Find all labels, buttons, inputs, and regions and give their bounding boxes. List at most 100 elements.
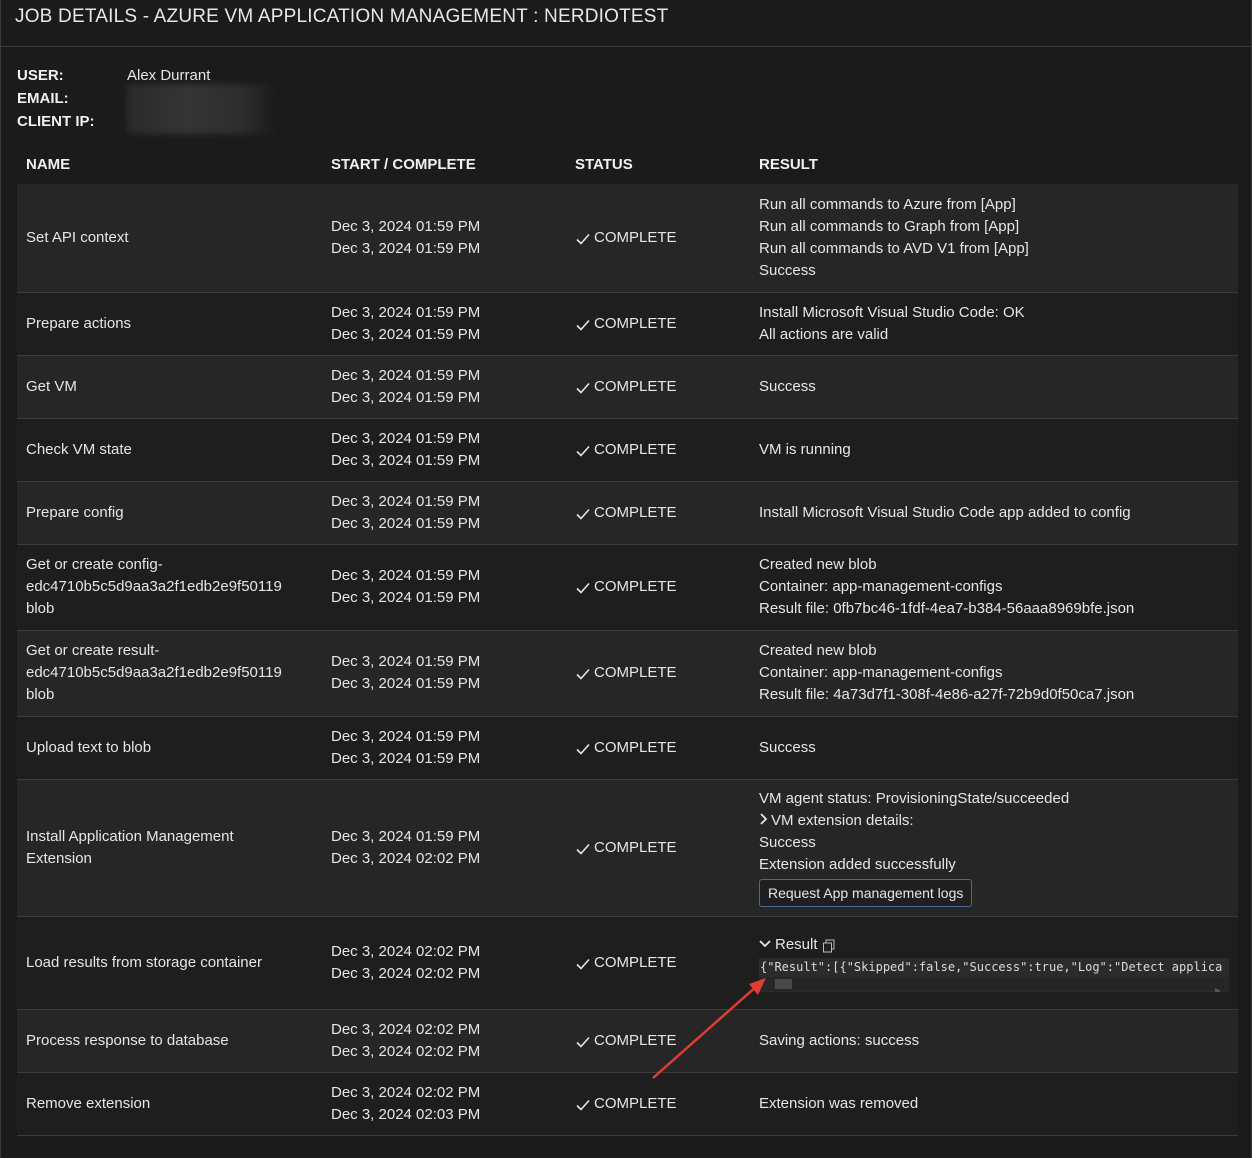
check-icon [575, 1097, 591, 1111]
complete-time: Dec 3, 2024 01:59 PM [331, 514, 481, 532]
step-result: Result {"Result":[{"Skipped":false,"Succe… [750, 916, 1238, 1010]
step-status: COMPLETE [566, 481, 750, 545]
vm-extension-details-toggle[interactable]: VM extension details: [759, 810, 1238, 832]
result-line: Created new blob [759, 642, 877, 659]
step-status: COMPLETE [566, 544, 750, 631]
chevron-down-icon [759, 934, 771, 956]
result-line: Success [759, 377, 816, 395]
chevron-right-icon [759, 810, 771, 832]
result-line: VM is running [759, 440, 851, 458]
step-name-line: blob [26, 600, 55, 617]
check-icon [575, 741, 591, 755]
check-icon [575, 380, 591, 394]
page-title: JOB DETAILS - AZURE VM APPLICATION MANAG… [15, 6, 669, 27]
job-steps-table: NAME START / COMPLETE STATUS RESULT Set … [17, 144, 1238, 1136]
step-status: COMPLETE [566, 1009, 750, 1073]
start-time: Dec 3, 2024 02:02 PM [331, 942, 481, 960]
step-name-line: Set API context [26, 228, 129, 246]
step-result: Install Microsoft Visual Studio Code: OK… [750, 292, 1238, 356]
start-time: Dec 3, 2024 02:02 PM [331, 1020, 481, 1038]
step-times: Dec 3, 2024 01:59 PM Dec 3, 2024 01:59 PM [322, 630, 566, 717]
step-times: Dec 3, 2024 01:59 PM Dec 3, 2024 01:59 PM [322, 544, 566, 631]
step-result: VM agent status: ProvisioningState/succe… [750, 779, 1238, 917]
table-row: Prepare actions Dec 3, 2024 01:59 PM Dec 3… [17, 292, 1238, 356]
scroll-right-icon[interactable]: ▶ [1215, 980, 1221, 992]
step-name-line: Process response to database [26, 1031, 229, 1049]
step-name: Process response to database [17, 1009, 322, 1073]
complete-time: Dec 3, 2024 01:59 PM [331, 749, 481, 767]
step-name-line: blob [26, 686, 55, 703]
start-time: Dec 3, 2024 02:02 PM [331, 1083, 481, 1101]
step-name-line: edc4710b5c5d9aa3a2f1edb2e9f50119 [26, 578, 282, 595]
result-toggle-label: Result [775, 935, 818, 953]
redacted-values [127, 84, 277, 134]
complete-time: Dec 3, 2024 02:03 PM [331, 1105, 481, 1123]
scrollbar-thumb[interactable] [775, 978, 792, 989]
step-name: Get or create result-edc4710b5c5d9aa3a2f… [17, 630, 322, 717]
status-text: COMPLETE [594, 838, 677, 856]
step-name: Check VM state [17, 418, 322, 482]
status-badge: COMPLETE [575, 576, 750, 598]
status-text: COMPLETE [594, 1031, 677, 1049]
step-name-line: Prepare actions [26, 314, 132, 332]
check-icon [575, 443, 591, 457]
column-header-start-complete: START / COMPLETE [331, 155, 476, 173]
copy-icon[interactable] [822, 938, 836, 952]
job-details-panel: JOB DETAILS - AZURE VM APPLICATION MANAG… [0, 0, 1252, 1158]
start-time: Dec 3, 2024 01:59 PM [331, 429, 481, 447]
step-name-line: Upload text to blob [26, 738, 152, 756]
step-name: Prepare config [17, 481, 322, 545]
step-result: Saving actions: success [750, 1009, 1238, 1073]
step-times: Dec 3, 2024 01:59 PM Dec 3, 2024 01:59 PM [322, 716, 566, 780]
start-time: Dec 3, 2024 01:59 PM [331, 303, 481, 321]
step-times: Dec 3, 2024 02:02 PM Dec 3, 2024 02:02 PM [322, 1009, 566, 1073]
step-result: VM is running [750, 418, 1238, 482]
check-icon [575, 956, 591, 970]
table-row: Load results from storage container Dec 3… [17, 916, 1238, 1010]
table-row: Check VM state Dec 3, 2024 01:59 PM Dec 3,… [17, 418, 1238, 482]
step-name-line: Extension [26, 849, 92, 867]
status-text: COMPLETE [594, 953, 677, 971]
result-code-block[interactable]: {"Result":[{"Skipped":false,"Success":tr… [759, 957, 1229, 992]
table-row: Install Application Management Extension D… [17, 779, 1238, 917]
table-row: Get or create result-edc4710b5c5d9aa3a2f… [17, 630, 1238, 717]
result-line: Saving actions: success [759, 1031, 920, 1049]
step-name: Load results from storage container [17, 916, 322, 1010]
step-result: Extension was removed [750, 1072, 1238, 1136]
step-name: Install Application Management Extension [17, 779, 322, 917]
request-logs-button[interactable]: Request App management logs [759, 879, 973, 907]
step-result: Success [750, 716, 1238, 780]
status-text: COMPLETE [594, 503, 677, 521]
result-line: VM extension details: [771, 812, 914, 829]
table-row: Prepare config Dec 3, 2024 01:59 PM Dec 3,… [17, 481, 1238, 545]
horizontal-scrollbar[interactable]: ▶ [759, 976, 1229, 992]
status-badge: COMPLETE [575, 952, 750, 974]
status-badge: COMPLETE [575, 662, 750, 684]
result-line: VM agent status: ProvisioningState/succe… [759, 790, 1070, 807]
result-line: Success [759, 834, 816, 851]
result-expander[interactable]: Result [759, 934, 1238, 956]
step-result: Install Microsoft Visual Studio Code app… [750, 481, 1238, 545]
start-time: Dec 3, 2024 01:59 PM [331, 366, 481, 384]
status-text: COMPLETE [594, 314, 677, 332]
status-text: COMPLETE [594, 377, 677, 395]
panel-header: JOB DETAILS - AZURE VM APPLICATION MANAG… [1, 0, 1251, 47]
column-header-status: STATUS [575, 155, 633, 173]
column-header-name: NAME [26, 155, 71, 173]
status-text: COMPLETE [594, 738, 677, 756]
step-name: Upload text to blob [17, 716, 322, 780]
result-json: {"Result":[{"Skipped":false,"Success":tr… [760, 959, 1223, 974]
step-name: Get VM [17, 355, 322, 419]
result-line: Install Microsoft Visual Studio Code: OK [759, 303, 1025, 321]
step-times: Dec 3, 2024 01:59 PM Dec 3, 2024 01:59 PM [322, 292, 566, 356]
result-line: Run all commands to Azure from [App] [759, 195, 1016, 213]
complete-time: Dec 3, 2024 01:59 PM [331, 239, 481, 257]
step-status: COMPLETE [566, 716, 750, 780]
result-line: Success [759, 261, 816, 279]
result-line: Run all commands to Graph from [App] [759, 217, 1020, 235]
complete-time: Dec 3, 2024 02:02 PM [331, 964, 481, 982]
result-line: Run all commands to AVD V1 from [App] [759, 239, 1029, 257]
step-times: Dec 3, 2024 02:02 PM Dec 3, 2024 02:03 PM [322, 1072, 566, 1136]
check-icon [575, 506, 591, 520]
start-time: Dec 3, 2024 01:59 PM [331, 217, 481, 235]
